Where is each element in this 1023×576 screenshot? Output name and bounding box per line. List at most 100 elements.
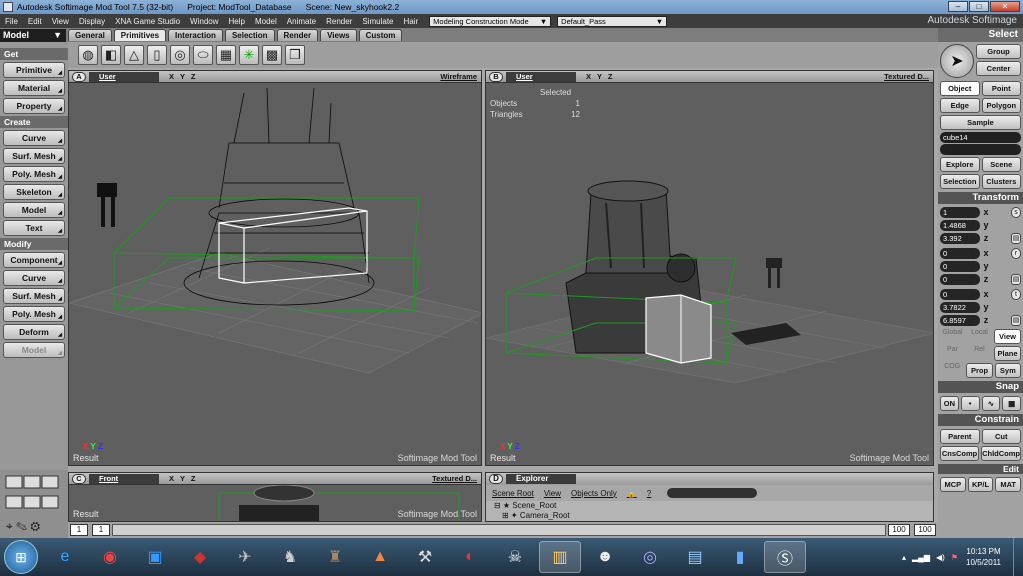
viewport-a-letter[interactable]: A (72, 71, 86, 82)
lattice-icon[interactable]: ▩ (262, 45, 282, 65)
lock-icon[interactable]: 🔒 (627, 489, 637, 498)
snap-grid-icon[interactable]: ▦ (1002, 396, 1021, 411)
selection-filter-field[interactable] (940, 144, 1021, 155)
mcp-tab[interactable]: MCP (940, 477, 966, 492)
key-icon[interactable]: ▤ (1011, 232, 1021, 244)
taskbar-game-5[interactable]: ☻ (584, 541, 626, 573)
timeline-track[interactable] (112, 524, 886, 536)
construction-mode-dropdown[interactable]: Modeling Construction Mode ▼ (429, 15, 552, 27)
rotate-y-field[interactable]: 0 (940, 260, 980, 272)
taskbar-app-3[interactable]: ▤ (674, 541, 716, 573)
modify-poly-mesh-button[interactable]: Poly. Mesh (3, 306, 65, 322)
viewport-b-xyz[interactable]: X Y Z (586, 72, 614, 81)
viewport-a-camera-menu[interactable]: User (89, 71, 159, 82)
timeline-end-field[interactable]: 100 (888, 524, 910, 536)
create-text-button[interactable]: Text (3, 220, 65, 236)
key-icon[interactable]: ▤ (1011, 314, 1021, 326)
taskbar-phone[interactable]: ▮ (719, 541, 761, 573)
module-dropdown[interactable]: Model ▼ (0, 28, 66, 42)
show-desktop-button[interactable] (1013, 538, 1023, 576)
parent-button[interactable]: Parent (940, 429, 980, 444)
viewport-b-display-mode[interactable]: Textured D... (884, 72, 929, 81)
taskbar-ie[interactable]: e (44, 541, 86, 573)
modify-component-button[interactable]: Component (3, 252, 65, 268)
cut-button[interactable]: Cut (981, 429, 1021, 444)
grid-icon[interactable]: ▦ (216, 45, 236, 65)
global-toggle[interactable]: Global (940, 329, 965, 344)
taskbar-chrome[interactable]: ◉ (89, 541, 131, 573)
edge-button[interactable]: Edge (940, 98, 980, 113)
constrain-header[interactable]: Constrain (938, 414, 1023, 426)
create-poly-mesh-button[interactable]: Poly. Mesh (3, 166, 65, 182)
sphere-icon[interactable]: ◍ (78, 45, 98, 65)
menu-edit[interactable]: Edit (23, 17, 47, 26)
taskbar-softimage[interactable]: Ⓢ (764, 541, 806, 573)
translate-z-field[interactable]: 6.8597 (940, 314, 980, 326)
menu-xna[interactable]: XNA Game Studio (110, 17, 185, 26)
timeline-start-field[interactable]: 1 (70, 524, 88, 536)
menu-window[interactable]: Window (185, 17, 223, 26)
translate-y-field[interactable]: 3.7822 (940, 301, 980, 313)
volume-icon[interactable]: ◀) (936, 553, 945, 562)
point-button[interactable]: Point (981, 81, 1021, 96)
taskbar-media[interactable]: ◎ (629, 541, 671, 573)
taskbar-tools[interactable]: ⚒ (404, 541, 446, 573)
tab-primitives[interactable]: Primitives (113, 29, 167, 41)
tab-custom[interactable]: Custom (358, 29, 403, 41)
taskbar-app-1[interactable]: ◆ (179, 541, 221, 573)
create-skeleton-button[interactable]: Skeleton (3, 184, 65, 200)
scale-y-field[interactable]: 1.4868 (940, 219, 980, 231)
tab-render[interactable]: Render (276, 29, 319, 41)
modify-curve-button[interactable]: Curve (3, 270, 65, 286)
close-button[interactable]: ✕ (990, 1, 1020, 12)
objects-only-menu[interactable]: Objects Only (571, 489, 617, 498)
snap-header[interactable]: Snap (938, 381, 1023, 393)
rotate-z-field[interactable]: 0 (940, 273, 980, 285)
cone-icon[interactable]: △ (124, 45, 144, 65)
scene-root-menu[interactable]: Scene Root (492, 489, 534, 498)
taskbar-game-1[interactable]: ✈ (224, 541, 266, 573)
viewport-c-letter[interactable]: C (72, 473, 86, 484)
translate-x-field[interactable]: 0 (940, 288, 980, 300)
tree-item[interactable]: ⊟ ★ Scene_Root (494, 501, 933, 511)
select-arrow-icon[interactable]: ➤ (940, 44, 974, 78)
modify-deform-button[interactable]: Deform (3, 324, 65, 340)
view-toggle[interactable]: View (994, 329, 1021, 344)
kpl-tab[interactable]: KP/L (967, 477, 994, 492)
minimize-button[interactable]: – (948, 1, 968, 12)
viewport-a-display-mode[interactable]: Wireframe (440, 72, 477, 81)
edit-header[interactable]: Edit (938, 464, 1023, 474)
key-icon[interactable]: ▤ (1011, 273, 1021, 285)
maximize-button[interactable]: □ (969, 1, 989, 12)
menu-hair[interactable]: Hair (398, 17, 423, 26)
viewport-a[interactable]: A User X Y Z Wireframe X Y Z Result Soft… (68, 70, 482, 466)
get-primitive-button[interactable]: Primitive (3, 62, 65, 78)
par-toggle[interactable]: Par (940, 346, 965, 361)
rotate-mode-button[interactable]: r (1011, 247, 1021, 259)
cnscomp-button[interactable]: CnsComp (940, 446, 980, 461)
menu-simulate[interactable]: Simulate (357, 17, 398, 26)
snap-point-icon[interactable]: • (960, 396, 980, 411)
menu-animate[interactable]: Animate (282, 17, 321, 26)
scale-z-field[interactable]: 3.392 (940, 232, 980, 244)
group-button[interactable]: Group (976, 44, 1021, 59)
snap-on-toggle[interactable]: ON (940, 396, 959, 411)
taskbar-explorer[interactable]: ▥ (539, 541, 581, 573)
tree-item[interactable]: ⊞ ✦ Camera_Root (494, 511, 933, 521)
timeline-current-field[interactable]: 1 (92, 524, 110, 536)
explorer-letter[interactable]: D (489, 474, 503, 484)
cylinder-icon[interactable]: ▯ (147, 45, 167, 65)
viewport-b-camera-menu[interactable]: User (506, 71, 576, 82)
menu-view[interactable]: View (47, 17, 74, 26)
mat-tab[interactable]: MAT (995, 477, 1022, 492)
box-icon[interactable]: ❒ (285, 45, 305, 65)
get-property-button[interactable]: Property (3, 98, 65, 114)
network-icon[interactable]: ▂▄▆ (912, 553, 930, 562)
taskbar-game-2[interactable]: ♞ (269, 541, 311, 573)
scale-mode-button[interactable]: s (1011, 206, 1021, 218)
selection-button[interactable]: Selection (940, 174, 980, 189)
viewport-c-camera-menu[interactable]: Front (89, 473, 159, 484)
explore-button[interactable]: Explore (940, 157, 980, 172)
tab-general[interactable]: General (68, 29, 112, 41)
viewport-c-xyz[interactable]: X Y Z (169, 474, 197, 483)
